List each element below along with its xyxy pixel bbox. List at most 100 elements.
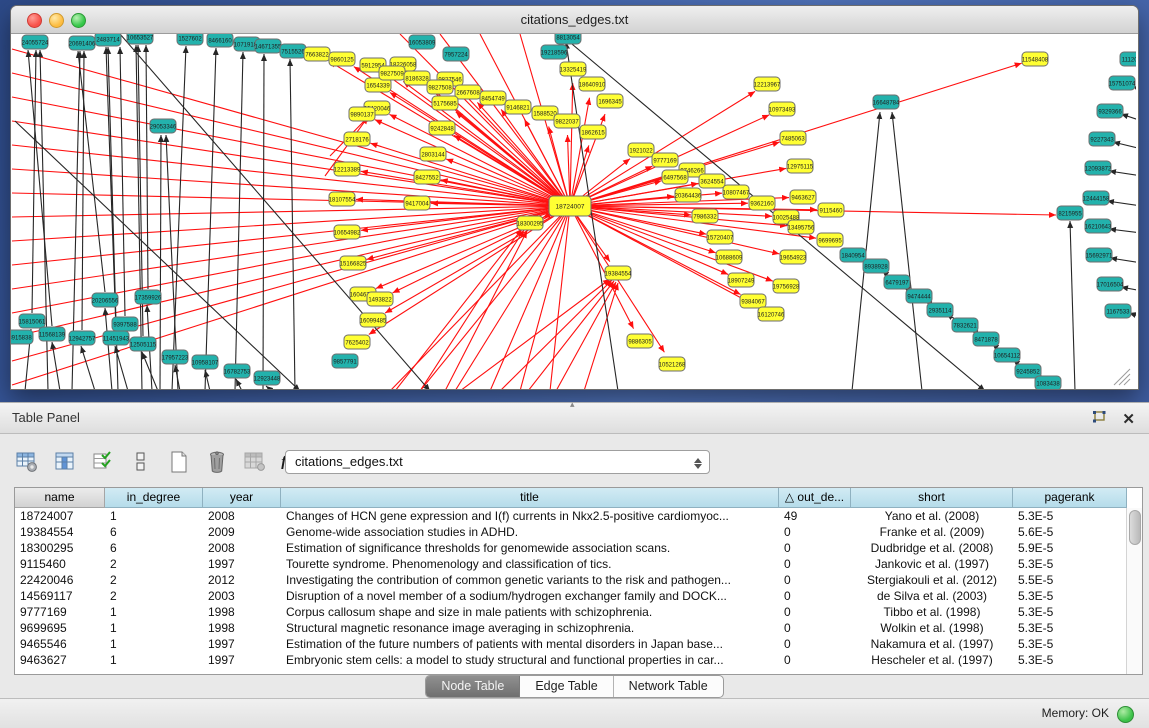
graph-node[interactable]: 1921022 [628,143,654,157]
table-cell[interactable]: 9463627 [15,652,105,668]
graph-node[interactable]: 12975115 [787,159,814,173]
graph-node[interactable]: 7986332 [692,209,718,223]
citation-edge[interactable] [172,46,186,389]
table-row[interactable]: 977716911998Corpus callosum shape and si… [15,604,1127,620]
citation-edge[interactable] [263,54,264,389]
table-cell[interactable]: 14569117 [15,588,105,604]
graph-node[interactable]: 9245852 [1015,364,1041,378]
table-cell[interactable]: Investigating the contribution of common… [281,572,779,588]
graph-node[interactable]: 1527602 [177,34,203,45]
graph-node[interactable]: 2483714 [95,34,121,46]
graph-node[interactable]: 18107554 [329,192,356,206]
graph-node[interactable]: 15166825 [340,256,367,270]
table-cell[interactable]: 5.3E-5 [1013,620,1127,636]
graph-node[interactable]: 16099485 [360,313,387,327]
table-cell[interactable]: 9699695 [15,620,105,636]
table-cell[interactable]: 0 [779,540,851,556]
table-cell[interactable]: 9115460 [15,556,105,572]
graph-node[interactable]: 17359926 [135,290,162,304]
graph-node[interactable]: 12213389 [334,162,361,176]
graph-node[interactable]: 8454749 [480,91,506,105]
graph-node[interactable]: 8813054 [555,34,581,44]
citation-edge[interactable] [892,112,922,389]
new-table-icon[interactable] [164,448,193,477]
graph-node[interactable]: 18907249 [728,273,755,287]
citation-edge[interactable] [1109,229,1136,233]
graph-node[interactable]: 3915838 [11,330,33,344]
citation-edge[interactable] [556,282,616,389]
table-cell[interactable]: Estimation of the future numbers of pati… [281,636,779,652]
minimize-window-icon[interactable] [49,13,64,28]
table-cell[interactable]: 2003 [203,588,281,604]
table-row[interactable]: 1456911722003Disruption of a novel membe… [15,588,1127,604]
table-cell[interactable]: 1 [105,620,203,636]
graph-node[interactable]: 8938928 [863,259,889,273]
table-row[interactable]: 1830029562008Estimation of significance … [15,540,1127,556]
table-cell[interactable]: 19384554 [15,524,105,540]
network-canvas[interactable]: 2405572420691406248371410653527152760284… [11,34,1138,389]
table-cell[interactable]: 2012 [203,572,281,588]
tab-network-table[interactable]: Network Table [614,676,723,697]
table-cell[interactable]: Franke et al. (2009) [851,524,1013,540]
table-cell[interactable]: 1997 [203,556,281,572]
table-cell[interactable]: 5.3E-5 [1013,604,1127,620]
citation-edge[interactable] [1113,142,1136,149]
graph-node[interactable]: 9227343 [1089,132,1115,146]
table-cell[interactable]: 9465546 [15,636,105,652]
graph-node[interactable]: 18640910 [579,77,606,91]
table-row[interactable]: 1872400712008Changes of HCN gene express… [15,508,1127,524]
table-cell[interactable]: 1997 [203,652,281,668]
graph-node[interactable]: 7625402 [344,335,370,349]
graph-node[interactable]: 1840954 [840,248,866,262]
graph-node[interactable]: 20364436 [675,188,702,202]
graph-node[interactable]: 7957224 [443,47,469,61]
table-row[interactable]: 1938455462009Genome-wide association stu… [15,524,1127,540]
column-header-pagerank[interactable]: pagerank [1013,488,1127,508]
citation-edge[interactable] [367,206,570,259]
column-header-year[interactable]: year [203,488,281,508]
table-cell[interactable]: 0 [779,652,851,668]
citation-edge[interactable] [420,206,570,389]
graph-node[interactable]: 16053809 [409,35,436,49]
table-cell[interactable]: 2 [105,556,203,572]
graph-node[interactable]: 15751074 [1109,76,1136,90]
graph-node[interactable]: 16120746 [758,307,785,321]
graph-node[interactable]: 2935114 [927,303,953,317]
graph-node[interactable]: 8427552 [414,170,440,184]
table-cell[interactable]: 6 [105,524,203,540]
graph-node[interactable]: 7485063 [780,131,806,145]
graph-node[interactable]: 9777169 [652,153,678,167]
graph-node[interactable]: 7832621 [952,318,978,332]
table-cell[interactable]: 0 [779,636,851,652]
table-vertical-scrollbar[interactable] [1126,508,1142,674]
table-cell[interactable]: 49 [779,508,851,524]
table-cell[interactable]: 1 [105,652,203,668]
graph-node[interactable]: 15720407 [707,230,734,244]
citation-edge[interactable] [570,83,573,206]
citation-edge[interactable] [160,135,161,389]
table-cell[interactable]: 18724007 [15,508,105,524]
table-cell[interactable]: 1997 [203,636,281,652]
graph-node[interactable]: 2667608 [455,85,481,99]
delete-table-icon[interactable] [202,448,231,477]
graph-node[interactable]: 6479197 [884,275,910,289]
graph-node[interactable]: 10973493 [769,102,796,116]
table-cell[interactable]: 2008 [203,540,281,556]
graph-node[interactable]: 15815061 [19,314,46,328]
table-cell[interactable]: de Silva et al. (2003) [851,588,1013,604]
table-cell[interactable]: 5.9E-5 [1013,540,1127,556]
table-cell[interactable]: Changes of HCN gene expression and I(f) … [281,508,779,524]
graph-node[interactable]: 9362160 [749,196,775,210]
table-cell[interactable]: Wolkin et al. (1998) [851,620,1013,636]
graph-node[interactable]: 9822037 [554,114,580,128]
graph-node[interactable]: 12213967 [754,77,781,91]
graph-node[interactable]: 14671355 [255,39,282,53]
graph-node[interactable]: 10521268 [659,357,686,371]
citation-edge[interactable] [1070,221,1075,389]
close-panel-icon[interactable]: ✕ [1122,412,1135,428]
table-cell[interactable]: 5.3E-5 [1013,556,1127,572]
graph-node[interactable]: 9115460 [818,203,844,217]
citation-edge[interactable] [120,47,125,316]
graph-node[interactable]: 18724007 [549,196,591,216]
table-cell[interactable]: 0 [779,524,851,540]
